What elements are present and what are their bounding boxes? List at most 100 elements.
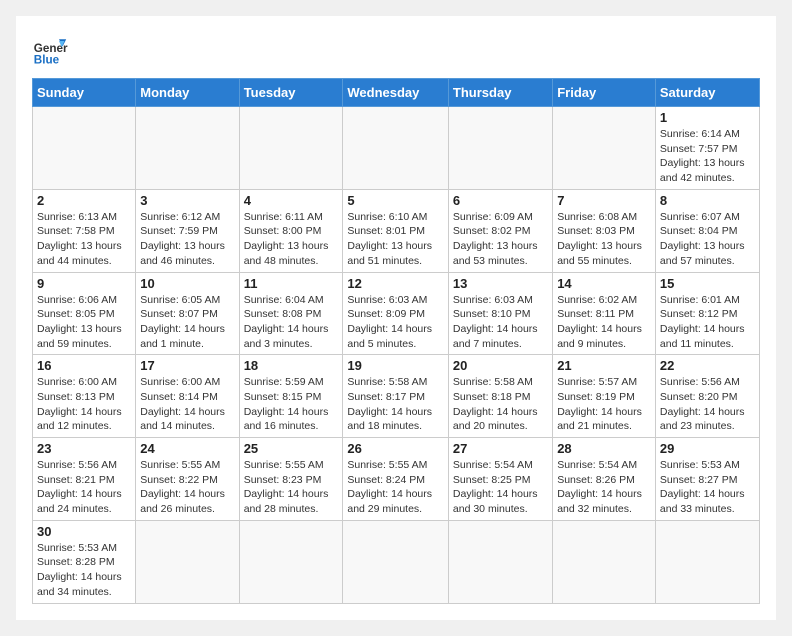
calendar-day-cell: 3 Sunrise: 6:12 AM Sunset: 7:59 PM Daylig… bbox=[136, 189, 239, 272]
calendar-day-cell bbox=[33, 107, 136, 190]
calendar-day-cell: 26 Sunrise: 5:55 AM Sunset: 8:24 PM Dayli… bbox=[343, 438, 449, 521]
weekday-header: Sunday bbox=[33, 79, 136, 107]
calendar-day-cell: 30 Sunrise: 5:53 AM Sunset: 8:28 PM Dayli… bbox=[33, 520, 136, 603]
day-number: 19 bbox=[347, 358, 444, 373]
day-number: 10 bbox=[140, 276, 234, 291]
weekday-header: Tuesday bbox=[239, 79, 343, 107]
calendar-day-cell: 10 Sunrise: 6:05 AM Sunset: 8:07 PM Dayli… bbox=[136, 272, 239, 355]
day-number: 9 bbox=[37, 276, 131, 291]
calendar-day-cell bbox=[448, 520, 552, 603]
day-info: Sunrise: 6:04 AM Sunset: 8:08 PM Dayligh… bbox=[244, 293, 339, 352]
day-info: Sunrise: 5:55 AM Sunset: 8:23 PM Dayligh… bbox=[244, 458, 339, 517]
day-info: Sunrise: 5:56 AM Sunset: 8:21 PM Dayligh… bbox=[37, 458, 131, 517]
day-info: Sunrise: 5:53 AM Sunset: 8:28 PM Dayligh… bbox=[37, 541, 131, 600]
calendar-day-cell: 18Sunrise: 5:59 AM Sunset: 8:15 PM Dayli… bbox=[239, 355, 343, 438]
day-info: Sunrise: 5:57 AM Sunset: 8:19 PM Dayligh… bbox=[557, 375, 651, 434]
logo: General Blue bbox=[32, 32, 72, 68]
day-info: Sunrise: 5:53 AM Sunset: 8:27 PM Dayligh… bbox=[660, 458, 755, 517]
day-info: Sunrise: 6:10 AM Sunset: 8:01 PM Dayligh… bbox=[347, 210, 444, 269]
weekday-header: Friday bbox=[553, 79, 656, 107]
calendar-week-row: 1 Sunrise: 6:14 AM Sunset: 7:57 PM Daylig… bbox=[33, 107, 760, 190]
day-info: Sunrise: 6:05 AM Sunset: 8:07 PM Dayligh… bbox=[140, 293, 234, 352]
calendar-day-cell: 8 Sunrise: 6:07 AM Sunset: 8:04 PM Daylig… bbox=[655, 189, 759, 272]
calendar-week-row: 2 Sunrise: 6:13 AM Sunset: 7:58 PM Daylig… bbox=[33, 189, 760, 272]
header: General Blue bbox=[32, 32, 760, 68]
day-number: 13 bbox=[453, 276, 548, 291]
calendar-day-cell: 24 Sunrise: 5:55 AM Sunset: 8:22 PM Dayli… bbox=[136, 438, 239, 521]
day-info: Sunrise: 6:09 AM Sunset: 8:02 PM Dayligh… bbox=[453, 210, 548, 269]
svg-text:Blue: Blue bbox=[34, 54, 60, 67]
day-info: Sunrise: 5:54 AM Sunset: 8:25 PM Dayligh… bbox=[453, 458, 548, 517]
day-number: 4 bbox=[244, 193, 339, 208]
day-info: Sunrise: 6:00 AM Sunset: 8:13 PM Dayligh… bbox=[37, 375, 131, 434]
day-number: 1 bbox=[660, 110, 755, 125]
day-number: 12 bbox=[347, 276, 444, 291]
calendar-day-cell: 25Sunrise: 5:55 AM Sunset: 8:23 PM Dayli… bbox=[239, 438, 343, 521]
day-info: Sunrise: 6:14 AM Sunset: 7:57 PM Dayligh… bbox=[660, 127, 755, 186]
calendar-table: SundayMondayTuesdayWednesdayThursdayFrid… bbox=[32, 78, 760, 604]
day-number: 21 bbox=[557, 358, 651, 373]
calendar-day-cell: 20 Sunrise: 5:58 AM Sunset: 8:18 PM Dayli… bbox=[448, 355, 552, 438]
day-info: Sunrise: 6:03 AM Sunset: 8:09 PM Dayligh… bbox=[347, 293, 444, 352]
calendar-day-cell: 28 Sunrise: 5:54 AM Sunset: 8:26 PM Dayli… bbox=[553, 438, 656, 521]
calendar-week-row: 23 Sunrise: 5:56 AM Sunset: 8:21 PM Dayli… bbox=[33, 438, 760, 521]
day-info: Sunrise: 5:56 AM Sunset: 8:20 PM Dayligh… bbox=[660, 375, 755, 434]
day-info: Sunrise: 6:07 AM Sunset: 8:04 PM Dayligh… bbox=[660, 210, 755, 269]
calendar-day-cell bbox=[655, 520, 759, 603]
calendar-day-cell bbox=[136, 107, 239, 190]
day-number: 14 bbox=[557, 276, 651, 291]
calendar-day-cell: 21 Sunrise: 5:57 AM Sunset: 8:19 PM Dayli… bbox=[553, 355, 656, 438]
day-number: 8 bbox=[660, 193, 755, 208]
day-number: 20 bbox=[453, 358, 548, 373]
day-info: Sunrise: 5:58 AM Sunset: 8:17 PM Dayligh… bbox=[347, 375, 444, 434]
day-info: Sunrise: 5:55 AM Sunset: 8:22 PM Dayligh… bbox=[140, 458, 234, 517]
day-info: Sunrise: 6:12 AM Sunset: 7:59 PM Dayligh… bbox=[140, 210, 234, 269]
calendar-day-cell bbox=[553, 107, 656, 190]
calendar-day-cell: 17Sunrise: 6:00 AM Sunset: 8:14 PM Dayli… bbox=[136, 355, 239, 438]
day-number: 17 bbox=[140, 358, 234, 373]
day-info: Sunrise: 6:06 AM Sunset: 8:05 PM Dayligh… bbox=[37, 293, 131, 352]
day-number: 27 bbox=[453, 441, 548, 456]
day-info: Sunrise: 6:11 AM Sunset: 8:00 PM Dayligh… bbox=[244, 210, 339, 269]
day-info: Sunrise: 5:59 AM Sunset: 8:15 PM Dayligh… bbox=[244, 375, 339, 434]
calendar-day-cell: 9 Sunrise: 6:06 AM Sunset: 8:05 PM Daylig… bbox=[33, 272, 136, 355]
day-number: 23 bbox=[37, 441, 131, 456]
day-number: 16 bbox=[37, 358, 131, 373]
weekday-header-row: SundayMondayTuesdayWednesdayThursdayFrid… bbox=[33, 79, 760, 107]
calendar-day-cell: 4 Sunrise: 6:11 AM Sunset: 8:00 PM Daylig… bbox=[239, 189, 343, 272]
day-number: 15 bbox=[660, 276, 755, 291]
day-info: Sunrise: 6:01 AM Sunset: 8:12 PM Dayligh… bbox=[660, 293, 755, 352]
calendar-day-cell: 12 Sunrise: 6:03 AM Sunset: 8:09 PM Dayli… bbox=[343, 272, 449, 355]
calendar-day-cell: 27 Sunrise: 5:54 AM Sunset: 8:25 PM Dayli… bbox=[448, 438, 552, 521]
calendar-day-cell bbox=[239, 520, 343, 603]
calendar-day-cell: 29Sunrise: 5:53 AM Sunset: 8:27 PM Dayli… bbox=[655, 438, 759, 521]
day-number: 5 bbox=[347, 193, 444, 208]
page: General Blue SundayMondayTuesdayWednesda… bbox=[16, 16, 776, 620]
calendar-day-cell: 15 Sunrise: 6:01 AM Sunset: 8:12 PM Dayli… bbox=[655, 272, 759, 355]
day-info: Sunrise: 5:58 AM Sunset: 8:18 PM Dayligh… bbox=[453, 375, 548, 434]
calendar-day-cell bbox=[343, 520, 449, 603]
day-info: Sunrise: 5:54 AM Sunset: 8:26 PM Dayligh… bbox=[557, 458, 651, 517]
day-number: 3 bbox=[140, 193, 234, 208]
day-info: Sunrise: 6:08 AM Sunset: 8:03 PM Dayligh… bbox=[557, 210, 651, 269]
day-number: 24 bbox=[140, 441, 234, 456]
calendar-week-row: 30 Sunrise: 5:53 AM Sunset: 8:28 PM Dayli… bbox=[33, 520, 760, 603]
calendar-day-cell: 6Sunrise: 6:09 AM Sunset: 8:02 PM Daylig… bbox=[448, 189, 552, 272]
calendar-day-cell: 23 Sunrise: 5:56 AM Sunset: 8:21 PM Dayli… bbox=[33, 438, 136, 521]
day-info: Sunrise: 6:02 AM Sunset: 8:11 PM Dayligh… bbox=[557, 293, 651, 352]
calendar-day-cell bbox=[448, 107, 552, 190]
day-info: Sunrise: 5:55 AM Sunset: 8:24 PM Dayligh… bbox=[347, 458, 444, 517]
day-info: Sunrise: 6:03 AM Sunset: 8:10 PM Dayligh… bbox=[453, 293, 548, 352]
day-number: 2 bbox=[37, 193, 131, 208]
day-number: 30 bbox=[37, 524, 131, 539]
calendar-day-cell: 13 Sunrise: 6:03 AM Sunset: 8:10 PM Dayli… bbox=[448, 272, 552, 355]
day-info: Sunrise: 6:13 AM Sunset: 7:58 PM Dayligh… bbox=[37, 210, 131, 269]
day-number: 28 bbox=[557, 441, 651, 456]
calendar-day-cell bbox=[239, 107, 343, 190]
calendar-day-cell: 14 Sunrise: 6:02 AM Sunset: 8:11 PM Dayli… bbox=[553, 272, 656, 355]
calendar-day-cell: 19 Sunrise: 5:58 AM Sunset: 8:17 PM Dayli… bbox=[343, 355, 449, 438]
logo-icon: General Blue bbox=[32, 32, 68, 68]
day-number: 26 bbox=[347, 441, 444, 456]
calendar-day-cell: 22Sunrise: 5:56 AM Sunset: 8:20 PM Dayli… bbox=[655, 355, 759, 438]
calendar-day-cell bbox=[136, 520, 239, 603]
